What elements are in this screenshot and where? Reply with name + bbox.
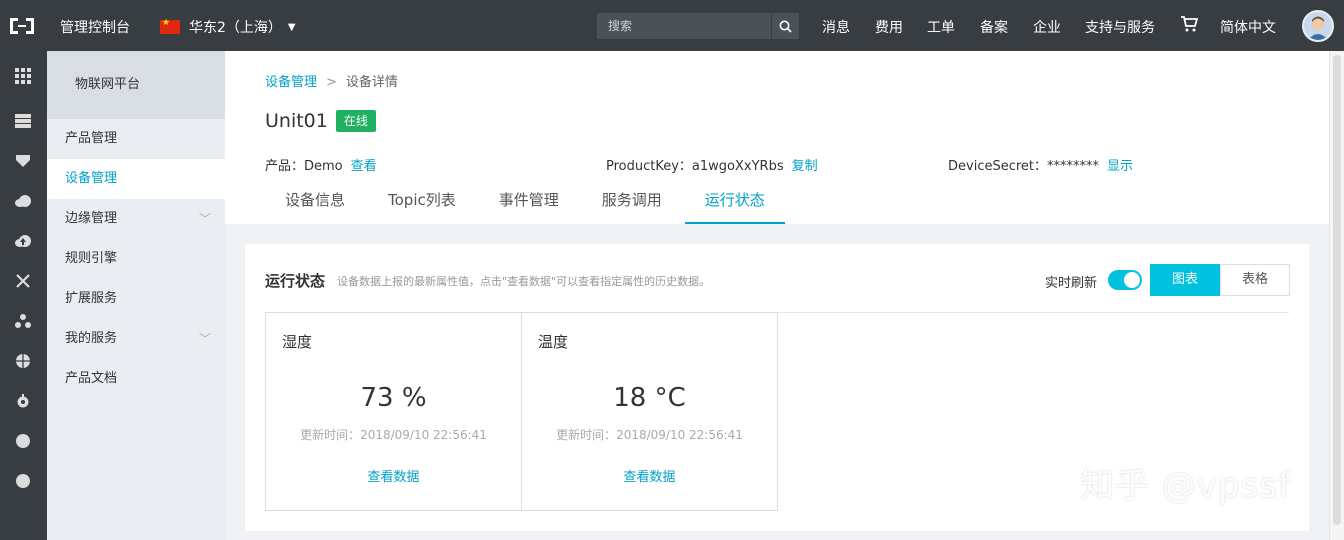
productkey-info: ProductKey：a1wgoXxYRbs 复制 bbox=[606, 155, 818, 174]
property-name: 温度 bbox=[538, 333, 569, 351]
productkey-label: ProductKey：a1wgoXxYRbs bbox=[606, 159, 784, 174]
nav-enterprise[interactable]: 企业 bbox=[1033, 17, 1061, 37]
sidebar-item-docs[interactable]: 产品文档 bbox=[47, 359, 225, 399]
panel-title: 运行状态 bbox=[265, 272, 326, 290]
breadcrumb: 设备管理 > 设备详情 bbox=[265, 71, 398, 90]
china-flag-icon bbox=[160, 18, 180, 34]
property-card-temperature: 温度 18 °C 更新时间：2018/09/10 22:56:41 查看数据 bbox=[521, 312, 778, 511]
sidebar-item-label: 产品管理 bbox=[65, 131, 118, 146]
console-title[interactable]: 管理控制台 bbox=[60, 17, 130, 37]
chevron-down-icon: ﹀ bbox=[198, 332, 211, 346]
breadcrumb-parent-link[interactable]: 设备管理 bbox=[265, 75, 317, 90]
realtime-refresh-label: 实时刷新 bbox=[1045, 276, 1098, 291]
search-icon bbox=[779, 20, 792, 33]
view-product-link[interactable]: 查看 bbox=[351, 159, 377, 174]
secret-info: DeviceSecret：******** 显示 bbox=[948, 155, 1133, 174]
show-secret-link[interactable]: 显示 bbox=[1107, 159, 1133, 174]
sidebar-item-label: 规则引擎 bbox=[65, 251, 118, 266]
realtime-refresh-toggle[interactable] bbox=[1108, 270, 1142, 290]
network-icon[interactable] bbox=[13, 271, 33, 291]
watermark: 知乎 @vpssf bbox=[1080, 466, 1291, 506]
property-value: 18 °C bbox=[613, 383, 686, 413]
sidebar-item-label: 扩展服务 bbox=[65, 291, 118, 306]
scrollbar-thumb[interactable] bbox=[1333, 55, 1341, 525]
sidebar-item-label: 我的服务 bbox=[65, 331, 118, 346]
property-value: 73 % bbox=[360, 383, 427, 413]
grid-icon[interactable] bbox=[13, 66, 33, 86]
nav-support[interactable]: 支持与服务 bbox=[1085, 17, 1155, 37]
search-box bbox=[597, 13, 799, 39]
sidebar-item-label: 边缘管理 bbox=[65, 211, 118, 226]
property-card-humidity: 湿度 73 % 更新时间：2018/09/10 22:56:41 查看数据 bbox=[265, 312, 522, 511]
table-view-button[interactable]: 表格 bbox=[1220, 264, 1290, 296]
view-data-link[interactable]: 查看数据 bbox=[266, 466, 521, 485]
nodes-icon[interactable] bbox=[13, 311, 33, 331]
circle-icon[interactable] bbox=[13, 431, 33, 451]
product-label: 产品：Demo bbox=[265, 159, 343, 174]
nav-billing[interactable]: 费用 bbox=[875, 17, 903, 37]
cloud-icon[interactable] bbox=[13, 191, 33, 211]
tab-events[interactable]: 事件管理 bbox=[479, 179, 579, 224]
chart-view-button[interactable]: 图表 bbox=[1150, 264, 1220, 296]
language-selector[interactable]: 简体中文 bbox=[1220, 17, 1276, 37]
top-bar: 管理控制台 华东2（上海） ▼ 消息 费用 工单 备案 企业 支持与服务 简体中… bbox=[0, 0, 1344, 51]
property-name: 湿度 bbox=[282, 333, 313, 351]
device-header: 设备管理 > 设备详情 Unit01 在线 产品：Demo 查看 ProductKey… bbox=[225, 51, 1329, 224]
view-switch: 图表 表格 bbox=[1150, 264, 1290, 296]
tab-service-calls[interactable]: 服务调用 bbox=[582, 179, 682, 224]
view-data-link[interactable]: 查看数据 bbox=[522, 466, 777, 485]
shield-icon[interactable] bbox=[13, 151, 33, 171]
search-button[interactable] bbox=[771, 13, 799, 39]
tab-runtime-status[interactable]: 运行状态 bbox=[684, 179, 785, 224]
panel-description: 设备数据上报的最新属性值，点击"查看数据"可以查看指定属性的历史数据。 bbox=[337, 275, 711, 288]
region-label: 华东2（上海） bbox=[189, 20, 282, 36]
product-sidebar: 物联网平台 产品管理 设备管理 边缘管理 ﹀ 规则引擎 扩展服务 我的服务 ﹀ 产品… bbox=[47, 51, 225, 540]
nav-tickets[interactable]: 工单 bbox=[927, 17, 955, 37]
circle-icon[interactable] bbox=[13, 471, 33, 491]
product-info: 产品：Demo 查看 bbox=[265, 155, 377, 174]
nav-messages[interactable]: 消息 bbox=[822, 17, 850, 37]
vertical-scrollbar[interactable] bbox=[1329, 51, 1344, 540]
region-selector[interactable]: 华东2（上海） ▼ bbox=[160, 17, 296, 37]
cloud-upload-icon[interactable] bbox=[13, 231, 33, 251]
server-icon[interactable] bbox=[13, 111, 33, 131]
breadcrumb-current: 设备详情 bbox=[345, 75, 398, 90]
detail-tabs: 设备信息 Topic列表 事件管理 服务调用 运行状态 bbox=[265, 179, 788, 224]
sidebar-item-rules[interactable]: 规则引擎 bbox=[47, 239, 225, 279]
caret-down-icon: ▼ bbox=[287, 21, 296, 33]
sidebar-item-devices[interactable]: 设备管理 bbox=[47, 159, 225, 199]
property-updated-time: 更新时间：2018/09/10 22:56:41 bbox=[300, 428, 487, 442]
sidebar-item-extensions[interactable]: 扩展服务 bbox=[47, 279, 225, 319]
search-input[interactable] bbox=[597, 13, 771, 39]
status-badge: 在线 bbox=[335, 110, 376, 132]
tab-topic-list[interactable]: Topic列表 bbox=[368, 179, 476, 224]
sidebar-header: 物联网平台 bbox=[47, 51, 225, 119]
icon-sidebar bbox=[0, 51, 47, 540]
sidebar-item-products[interactable]: 产品管理 bbox=[47, 119, 225, 159]
copy-productkey-link[interactable]: 复制 bbox=[792, 159, 818, 174]
gear-icon[interactable] bbox=[13, 391, 33, 411]
property-updated-time: 更新时间：2018/09/10 22:56:41 bbox=[556, 428, 743, 442]
page-title: Unit01 在线 bbox=[265, 110, 376, 132]
cart-icon[interactable] bbox=[1180, 15, 1198, 33]
chevron-right-icon: > bbox=[326, 75, 337, 90]
nav-icp[interactable]: 备案 bbox=[980, 17, 1008, 37]
user-avatar[interactable] bbox=[1302, 10, 1334, 42]
device-name: Unit01 bbox=[265, 110, 328, 132]
globe-icon[interactable] bbox=[13, 351, 33, 371]
aliyun-logo-icon[interactable] bbox=[8, 15, 36, 37]
chevron-down-icon: ﹀ bbox=[198, 212, 211, 226]
sidebar-item-my-services[interactable]: 我的服务 ﹀ bbox=[47, 319, 225, 359]
sidebar-item-label: 设备管理 bbox=[65, 171, 118, 186]
sidebar-item-label: 产品文档 bbox=[65, 371, 118, 386]
tab-device-info[interactable]: 设备信息 bbox=[265, 179, 365, 224]
secret-label: DeviceSecret：******** bbox=[948, 159, 1100, 174]
sidebar-item-edge[interactable]: 边缘管理 ﹀ bbox=[47, 199, 225, 239]
